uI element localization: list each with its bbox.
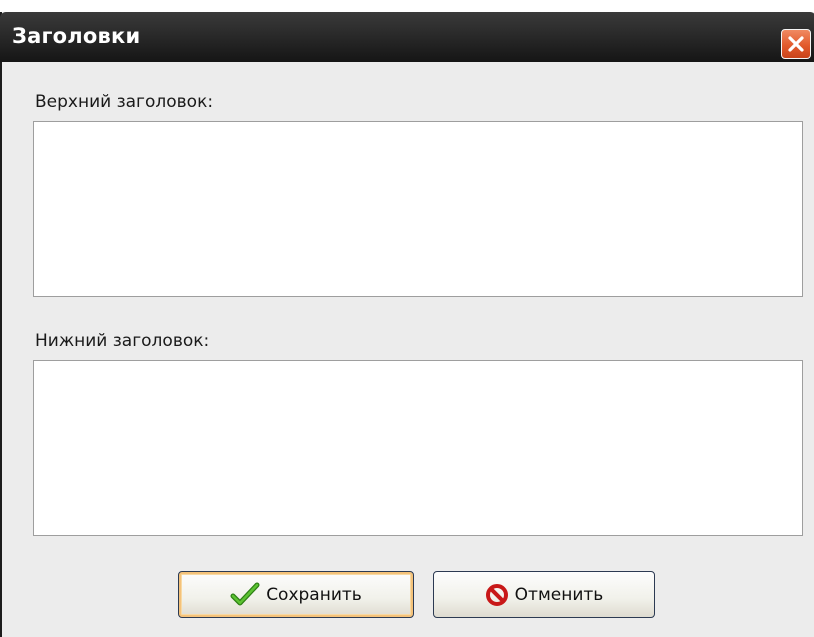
bottom-header-label: Нижний заголовок: (35, 331, 210, 351)
headers-dialog: Заголовки Верхний заголовок: Нижний заго… (0, 12, 814, 637)
title-bar[interactable]: Заголовки (0, 12, 814, 62)
save-button-label: Сохранить (266, 584, 362, 605)
cancel-button-label: Отменить (514, 584, 604, 605)
no-entry-icon (485, 583, 509, 607)
cancel-button[interactable]: Отменить (433, 571, 655, 618)
save-button[interactable]: Сохранить (178, 571, 414, 618)
close-button[interactable] (781, 29, 811, 59)
top-header-field[interactable] (33, 121, 803, 297)
window-title: Заголовки (12, 24, 141, 48)
checkmark-icon (230, 582, 260, 608)
bottom-header-field[interactable] (33, 360, 803, 536)
top-header-label: Верхний заголовок: (35, 92, 214, 112)
close-icon (788, 36, 804, 52)
